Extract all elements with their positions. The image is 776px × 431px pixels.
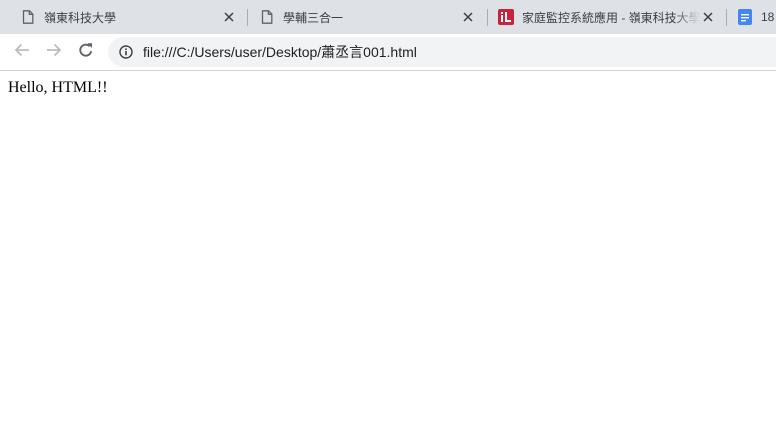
arrow-right-icon (46, 42, 62, 63)
url-text[interactable]: file:///C:/Users/user/Desktop/蕭丞言001.htm… (143, 42, 417, 62)
tab-strip: 嶺東科技大學 學輔三合一 家庭監控系統應用 - 嶺東科技大學 18 (0, 0, 776, 34)
tab-separator (726, 9, 727, 26)
reload-icon (78, 42, 94, 63)
tab-title: 家庭監控系統應用 - 嶺東科技大學 (522, 10, 700, 25)
arrow-left-icon (14, 42, 30, 63)
close-icon[interactable] (460, 9, 476, 25)
tab-title: 學輔三合一 (283, 10, 344, 25)
tab-4[interactable]: 18 (731, 0, 776, 34)
forward-button[interactable] (40, 38, 68, 66)
close-icon[interactable] (221, 9, 237, 25)
tab-title: 嶺東科技大學 (44, 10, 117, 25)
tab-separator (487, 9, 488, 26)
address-bar[interactable]: file:///C:/Users/user/Desktop/蕭丞言001.htm… (108, 37, 776, 67)
close-icon[interactable] (700, 9, 716, 25)
reload-button[interactable] (72, 38, 100, 66)
info-icon[interactable] (118, 44, 134, 60)
site-favicon (498, 9, 514, 25)
tab-1[interactable]: 嶺東科技大學 (14, 0, 247, 34)
tab-separator (247, 9, 248, 26)
tab-2[interactable]: 學輔三合一 (253, 0, 486, 34)
document-icon (20, 9, 36, 25)
back-button[interactable] (8, 38, 36, 66)
page-content: Hello, HTML!! (0, 71, 776, 431)
google-docs-icon (737, 9, 753, 25)
browser-toolbar: file:///C:/Users/user/Desktop/蕭丞言001.htm… (0, 34, 776, 71)
document-icon (259, 9, 275, 25)
page-body-text: Hello, HTML!! (8, 79, 108, 96)
tab-3[interactable]: 家庭監控系統應用 - 嶺東科技大學 (492, 0, 726, 34)
tab-title: 18 (761, 10, 775, 24)
